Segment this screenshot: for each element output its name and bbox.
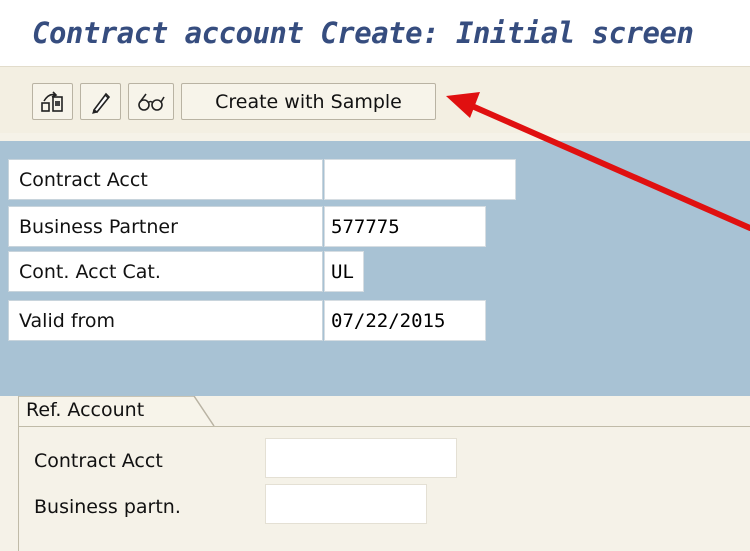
tab-ref-account[interactable]: Ref. Account — [18, 396, 218, 427]
contract-acct-input[interactable] — [324, 159, 516, 200]
ref-contract-acct-input[interactable] — [265, 438, 457, 478]
create-button[interactable] — [32, 83, 73, 120]
application-toolbar: Create with Sample — [0, 66, 750, 133]
display-glasses-icon — [136, 91, 166, 113]
create-with-sample-label: Create with Sample — [215, 90, 402, 113]
ref-account-section: Ref. Account Contract Acct Business part… — [18, 396, 750, 551]
contract-acct-label: Contract Acct — [19, 169, 148, 191]
valid-from-label: Valid from — [19, 310, 116, 332]
business-partner-label: Business Partner — [19, 216, 178, 238]
change-pencil-icon — [90, 90, 112, 114]
ref-account-tab-label: Ref. Account — [26, 399, 145, 421]
cont-acct-cat-label: Cont. Acct Cat. — [19, 261, 161, 283]
ref-business-partn-input[interactable] — [265, 484, 427, 524]
change-button[interactable] — [80, 83, 121, 120]
ref-contract-acct-label: Contract Acct — [34, 450, 163, 472]
title-bar: Contract account Create: Initial screen — [0, 0, 750, 66]
business-partner-label-cell: Business Partner — [8, 206, 323, 247]
create-icon — [40, 90, 65, 113]
valid-from-input[interactable]: 07/22/2015 — [324, 300, 486, 341]
cont-acct-cat-input[interactable]: UL — [324, 251, 364, 292]
ref-account-border — [18, 396, 19, 551]
display-button[interactable] — [128, 83, 174, 120]
page-title: Contract account Create: Initial screen — [32, 16, 694, 50]
contract-acct-label-cell: Contract Acct — [8, 159, 323, 200]
cont-acct-cat-label-cell: Cont. Acct Cat. — [8, 251, 323, 292]
header-data-panel: Contract Acct Business Partner 577775 Co… — [0, 141, 750, 396]
business-partner-input[interactable]: 577775 — [324, 206, 486, 247]
create-with-sample-button[interactable]: Create with Sample — [181, 83, 436, 120]
ref-account-divider — [18, 426, 750, 427]
ref-business-partn-label: Business partn. — [34, 496, 181, 518]
valid-from-label-cell: Valid from — [8, 300, 323, 341]
